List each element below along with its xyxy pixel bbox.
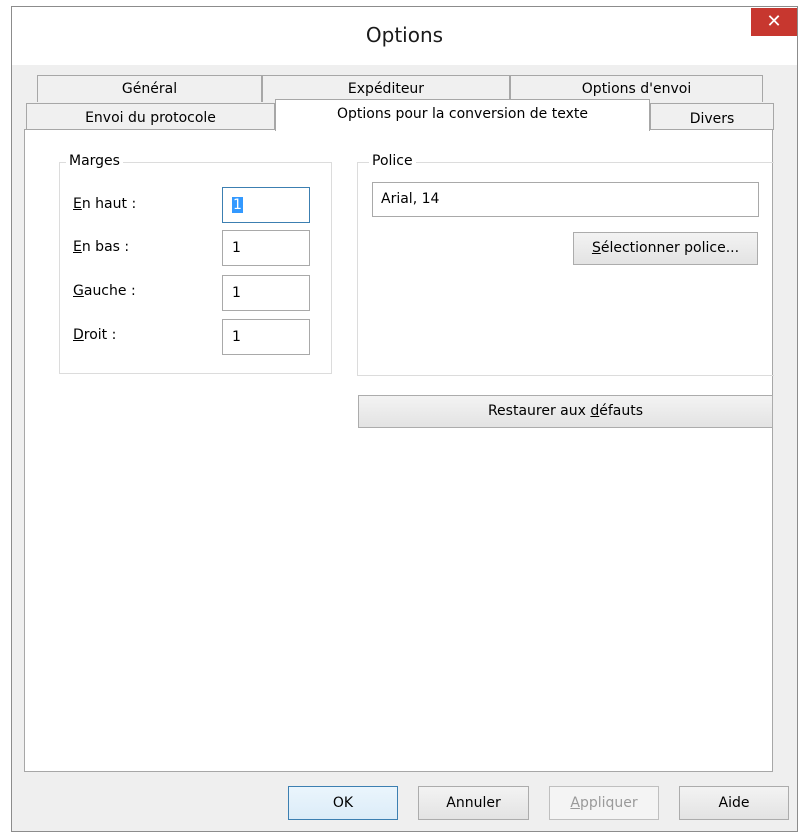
title-bar: Options ✕ [12,7,797,65]
tab-envoi-protocole[interactable]: Envoi du protocole [26,103,275,130]
ok-button[interactable]: OK [288,786,398,820]
help-button[interactable]: Aide [679,786,789,820]
tab-label: Options pour la conversion de texte [337,106,588,122]
margin-top-label: En haut : [73,196,137,212]
tab-panel: Marges En haut : 1 En bas : 1 Gauche : 1… [24,129,774,772]
tab-label: Divers [689,111,735,127]
close-button[interactable]: ✕ [751,8,797,36]
tab-general[interactable]: Général [37,75,262,102]
font-display-field: Arial, 14 [372,182,759,217]
dialog-title: Options [365,23,444,47]
margin-right-input[interactable]: 1 [222,319,310,355]
tab-divers[interactable]: Divers [650,103,774,130]
margin-top-input[interactable]: 1 [222,187,310,223]
tab-conversion-texte[interactable]: Options pour la conversion de texte [275,99,650,131]
margin-left-label: Gauche : [73,283,136,299]
tab-label: Général [121,81,178,97]
tab-label: Options d'envoi [581,81,692,97]
apply-button[interactable]: Appliquer [549,786,659,820]
close-icon: ✕ [766,11,782,32]
cancel-button[interactable]: Annuler [418,786,529,820]
margins-legend: Marges [66,153,123,169]
tab-label: Expéditeur [347,81,425,97]
margin-right-label: Droit : [73,327,117,343]
margin-bottom-input[interactable]: 1 [222,230,310,266]
margin-bottom-label: En bas : [73,239,130,255]
restore-defaults-button[interactable]: Restaurer aux défauts [358,395,773,428]
tab-label: Envoi du protocole [85,110,216,126]
tab-expediteur[interactable]: Expéditeur [262,75,510,102]
margin-left-input[interactable]: 1 [222,275,310,311]
tab-options-envoi[interactable]: Options d'envoi [510,75,763,102]
font-legend: Police [369,153,416,169]
select-font-button[interactable]: Sélectionner police... [573,232,758,265]
